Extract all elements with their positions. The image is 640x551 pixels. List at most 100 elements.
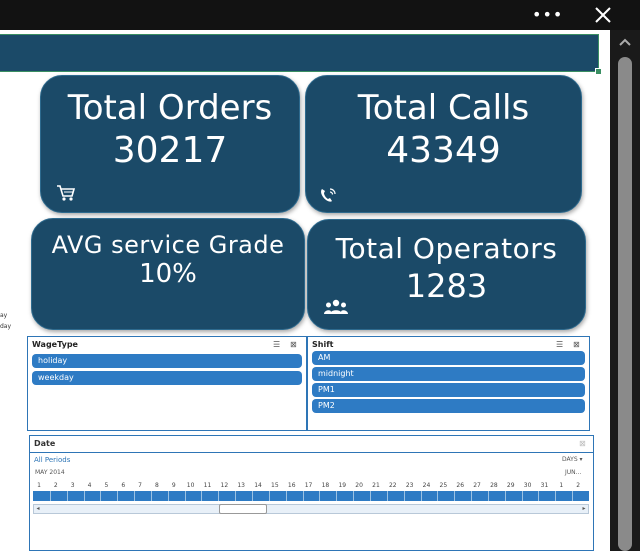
- timeline-day-divider: [201, 491, 203, 501]
- timeline-day-divider: [302, 491, 304, 501]
- divider: [30, 452, 593, 453]
- timeline-day-label[interactable]: 5: [100, 482, 112, 489]
- timeline-day-label[interactable]: 2: [50, 482, 62, 489]
- edge-label: day: [0, 323, 12, 330]
- timeline-day-divider: [538, 491, 540, 501]
- timeline-day-label[interactable]: 8: [151, 482, 163, 489]
- kpi-value: 30217: [112, 130, 228, 171]
- timeline-day-label[interactable]: 14: [252, 482, 264, 489]
- more-options-icon[interactable]: •••: [532, 6, 562, 24]
- timeline-day-label[interactable]: 3: [67, 482, 79, 489]
- slicer-item-midnight[interactable]: midnight: [312, 367, 585, 381]
- timeline-day-divider: [369, 491, 371, 501]
- timeline-day-divider: [66, 491, 68, 501]
- kpi-title: Total Calls: [357, 88, 530, 128]
- timeline-day-label[interactable]: 19: [336, 482, 348, 489]
- close-icon[interactable]: [590, 3, 616, 27]
- timeline-day-divider: [386, 491, 388, 501]
- kpi-title: Total Orders: [67, 88, 273, 128]
- timeline-day-divider: [83, 491, 85, 501]
- timeline-day-label[interactable]: 4: [84, 482, 96, 489]
- scrollbar-thumb[interactable]: [618, 57, 632, 551]
- timeline-day-divider: [521, 491, 523, 501]
- timeline-day-divider: [471, 491, 473, 501]
- timeline-day-label[interactable]: 9: [168, 482, 180, 489]
- timeline-scroll-thumb[interactable]: [219, 504, 267, 514]
- timeline-day-label[interactable]: 20: [353, 482, 365, 489]
- clear-filter-icon[interactable]: ⊠: [579, 439, 586, 448]
- slicer-item-holiday[interactable]: holiday: [32, 354, 302, 368]
- timeline-day-label[interactable]: 7: [134, 482, 146, 489]
- timeline-day-divider: [134, 491, 136, 501]
- timeline-day-label[interactable]: 17: [303, 482, 315, 489]
- timeline-day-label[interactable]: 29: [505, 482, 517, 489]
- phone-call-icon: [321, 188, 336, 202]
- timeline-day-divider: [268, 491, 270, 501]
- all-periods-link[interactable]: All Periods: [34, 456, 70, 464]
- timeline-day-divider: [487, 491, 489, 501]
- timeline-day-divider: [420, 491, 422, 501]
- kpi-value: 1283: [405, 267, 488, 305]
- timeline-day-label[interactable]: 16: [286, 482, 298, 489]
- timeline-title: Date: [34, 439, 56, 448]
- timeline-day-label[interactable]: 11: [201, 482, 213, 489]
- clear-filter-icon[interactable]: ⊠: [290, 340, 297, 349]
- timeline-day-label[interactable]: 25: [437, 482, 449, 489]
- timeline-day-label[interactable]: 23: [404, 482, 416, 489]
- kpi-card-total-orders[interactable]: Total Orders 30217: [40, 75, 300, 213]
- time-level-dropdown[interactable]: DAYS ▾: [562, 456, 583, 463]
- slicer-item-pm1[interactable]: PM1: [312, 383, 585, 397]
- timeline-day-label[interactable]: 21: [370, 482, 382, 489]
- timeline-day-label[interactable]: 31: [538, 482, 550, 489]
- slicer-item-pm2[interactable]: PM2: [312, 399, 585, 413]
- kpi-value: 10%: [139, 259, 197, 289]
- timeline-day-label[interactable]: 15: [269, 482, 281, 489]
- timeline-day-divider: [218, 491, 220, 501]
- dashboard-header-banner[interactable]: [0, 34, 599, 72]
- timeline-scrollbar[interactable]: [33, 504, 589, 514]
- timeline-day-label[interactable]: 2: [572, 482, 584, 489]
- shopping-cart-icon: [57, 185, 76, 201]
- timeline-day-divider: [235, 491, 237, 501]
- timeline-day-label[interactable]: 1: [33, 482, 45, 489]
- kpi-card-total-operators[interactable]: Total Operators 1283: [307, 219, 586, 330]
- clear-filter-icon[interactable]: ⊠: [573, 340, 580, 349]
- kpi-card-total-calls[interactable]: Total Calls 43349: [305, 75, 582, 213]
- timeline-day-divider: [167, 491, 169, 501]
- timeline-day-divider: [555, 491, 557, 501]
- people-icon: [324, 299, 348, 314]
- month-label: JUN...: [565, 469, 582, 476]
- multi-select-icon[interactable]: ☰: [556, 340, 563, 349]
- slicer-item-weekday[interactable]: weekday: [32, 371, 302, 385]
- timeline-day-label[interactable]: 1: [555, 482, 567, 489]
- scroll-right-icon[interactable]: ▸: [580, 505, 588, 512]
- timeline-day-divider: [319, 491, 321, 501]
- timeline-day-label[interactable]: 12: [218, 482, 230, 489]
- timeline-day-label[interactable]: 27: [471, 482, 483, 489]
- timeline-day-divider: [504, 491, 506, 501]
- timeline-day-label[interactable]: 22: [387, 482, 399, 489]
- timeline-day-label[interactable]: 24: [421, 482, 433, 489]
- slicer-title: Shift: [312, 340, 334, 349]
- scroll-up-arrow-icon[interactable]: [617, 36, 633, 48]
- timeline-day-label[interactable]: 30: [522, 482, 534, 489]
- timeline-day-divider: [572, 491, 574, 501]
- timeline-day-divider: [100, 491, 102, 501]
- timeline-day-label[interactable]: 26: [454, 482, 466, 489]
- scroll-left-icon[interactable]: ◂: [34, 505, 42, 512]
- timeline-day-divider: [117, 491, 119, 501]
- edge-label: ay: [0, 312, 8, 319]
- timeline-day-label[interactable]: 13: [235, 482, 247, 489]
- timeline-day-label[interactable]: 10: [185, 482, 197, 489]
- timeline-day-label[interactable]: 18: [319, 482, 331, 489]
- slicer-item-am[interactable]: AM: [312, 351, 585, 365]
- timeline-day-divider: [336, 491, 338, 501]
- date-timeline: Date ⊠ All Periods DAYS ▾ MAY 2014 JUN..…: [29, 435, 594, 551]
- multi-select-icon[interactable]: ☰: [273, 340, 280, 349]
- timeline-day-label[interactable]: 28: [488, 482, 500, 489]
- timeline-day-label[interactable]: 6: [117, 482, 129, 489]
- slicer-wagetype: WageType ☰ ⊠ holiday weekday: [27, 336, 307, 431]
- kpi-card-avg-service-grade[interactable]: AVG service Grade 10%: [31, 218, 305, 330]
- kpi-title: Total Operators: [335, 232, 558, 265]
- resize-handle[interactable]: [595, 68, 602, 75]
